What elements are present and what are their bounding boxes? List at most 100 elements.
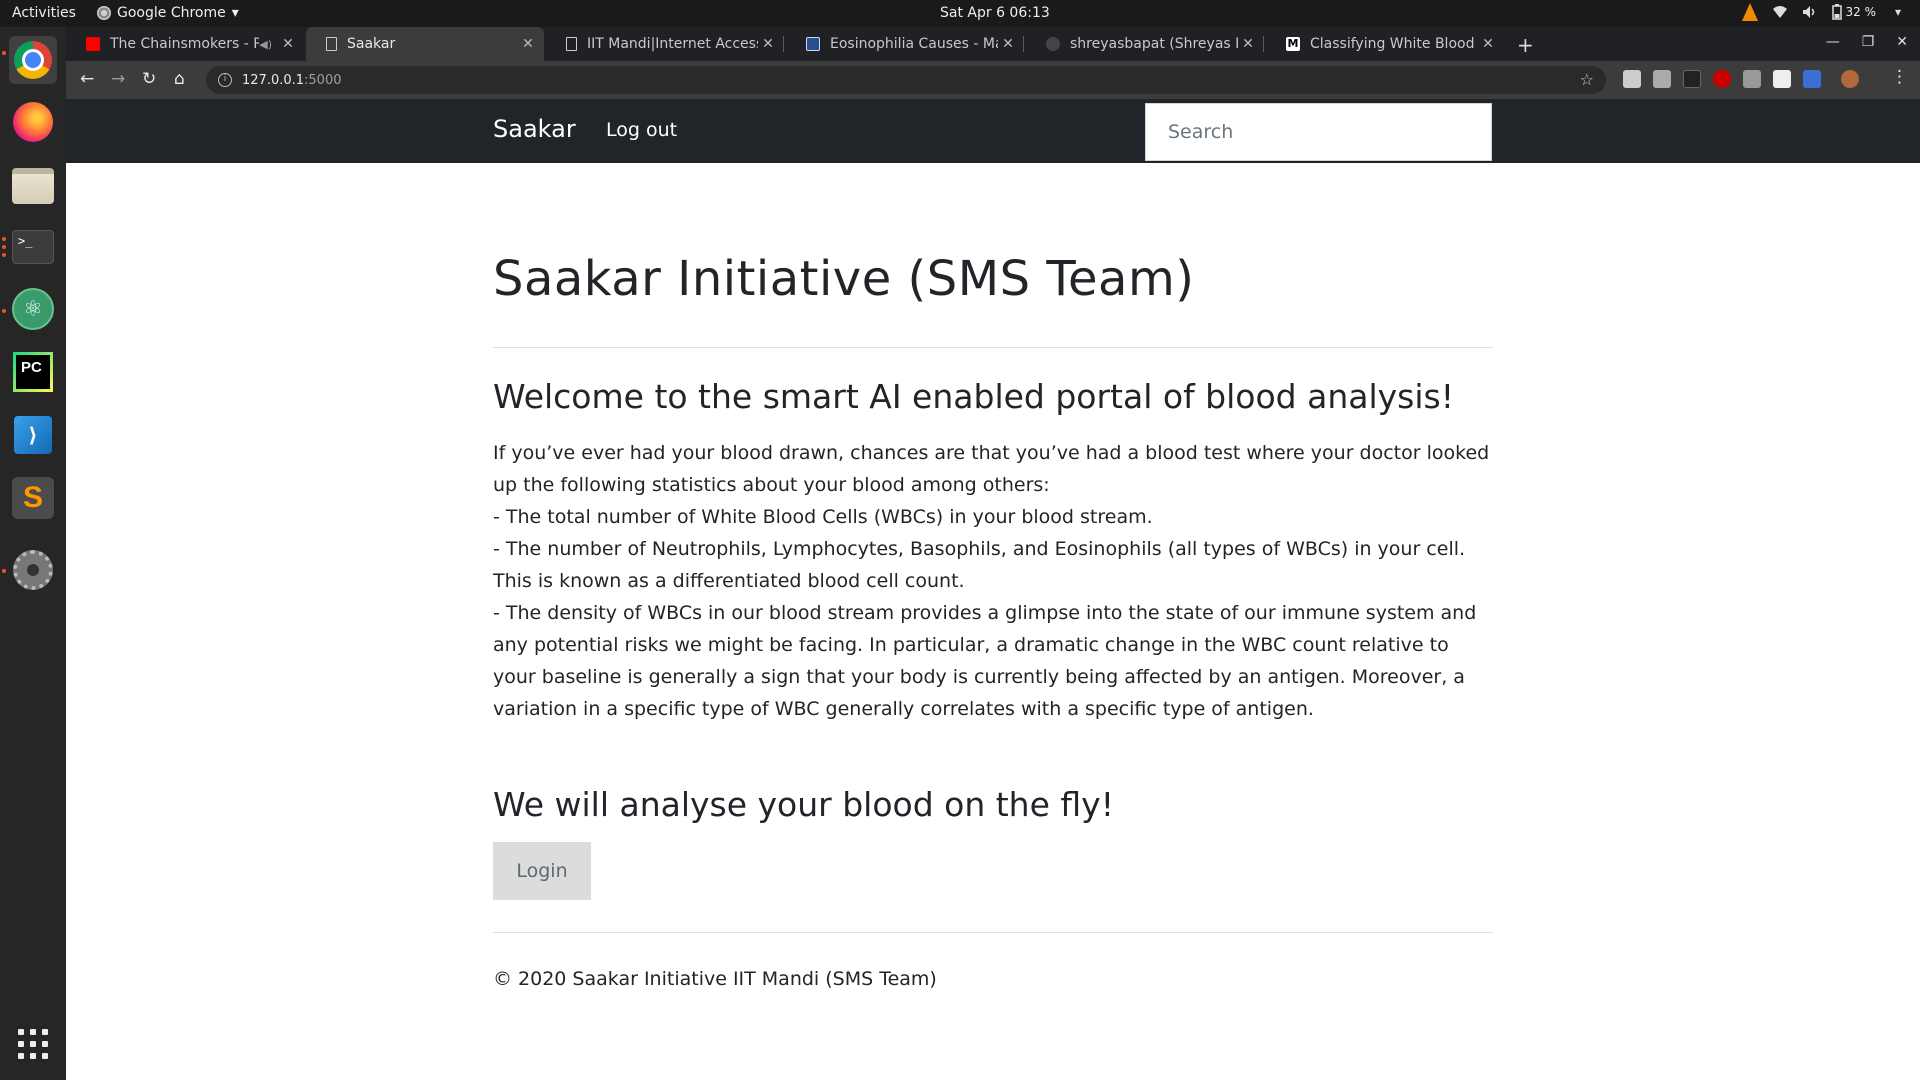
intro-bullet: - The density of WBCs in our blood strea… — [493, 602, 1477, 720]
intro-bullet: - The number of Neutrophils, Lymphocytes… — [493, 538, 1466, 592]
battery-indicator[interactable]: 32 % — [1831, 4, 1877, 20]
chrome-icon — [14, 41, 52, 79]
url-host: 127.0.0.1 — [242, 72, 305, 88]
forward-arrow-icon[interactable]: → — [111, 69, 125, 89]
shield-extension-icon[interactable] — [1653, 70, 1671, 88]
tab-title: Classifying White Blood C — [1310, 36, 1478, 52]
new-tab-button[interactable]: + — [1517, 33, 1534, 57]
back-arrow-icon[interactable]: ← — [80, 69, 94, 89]
app-menu[interactable]: Google Chrome ▾ — [97, 5, 239, 21]
tab-github[interactable]: shreyasbapat (Shreyas Ba ✕ — [1026, 27, 1264, 61]
minimize-icon[interactable]: — — [1826, 34, 1840, 50]
volume-icon[interactable] — [1802, 4, 1818, 20]
dock-settings[interactable] — [9, 546, 57, 594]
clock[interactable]: Sat Apr 6 06:13 — [940, 5, 1050, 21]
chrome-app-icon — [97, 6, 111, 20]
app-menu-label: Google Chrome — [117, 5, 226, 21]
login-button[interactable]: Login — [493, 842, 591, 900]
close-window-icon[interactable]: ✕ — [1896, 34, 1908, 50]
page-icon — [566, 37, 577, 51]
chrome-window: The Chainsmokers - Pa ◀) ✕ Saakar ✕ IIT … — [66, 27, 1920, 1080]
dock-chrome[interactable] — [9, 36, 57, 84]
mayo-icon — [806, 37, 820, 51]
reload-icon[interactable]: ↻ — [142, 69, 156, 89]
dock-files[interactable] — [9, 162, 57, 210]
window-controls: — ❐ ✕ — [1826, 34, 1908, 50]
battery-icon — [1831, 4, 1842, 20]
tab-medium[interactable]: M Classifying White Blood C ✕ — [1266, 27, 1504, 61]
tab-iit-mandi[interactable]: IIT Mandi|Internet Access ✕ — [546, 27, 784, 61]
bookmark-star-icon[interactable]: ☆ — [1580, 70, 1594, 89]
close-tab-icon[interactable]: ✕ — [518, 36, 538, 52]
tab-saakar[interactable]: Saakar ✕ — [306, 27, 544, 61]
pycharm-icon: PC — [13, 352, 53, 392]
dock-firefox[interactable] — [9, 98, 57, 146]
dock-vscode[interactable]: ⟩ — [9, 411, 57, 459]
footer-copyright: © 2020 Saakar Initiative IIT Mandi (SMS … — [493, 968, 937, 990]
running-indicator — [2, 237, 6, 241]
close-tab-icon[interactable]: ✕ — [278, 36, 298, 52]
dock-sublime[interactable]: S — [9, 474, 57, 522]
running-indicator — [2, 245, 6, 249]
youtube-icon — [86, 37, 100, 51]
tab-title: Saakar — [347, 36, 396, 52]
close-tab-icon[interactable]: ✕ — [1478, 36, 1498, 52]
tab-title: Eosinophilia Causes - May — [830, 36, 998, 52]
audio-icon[interactable]: ◀) — [259, 38, 272, 51]
files-icon — [12, 168, 54, 204]
dock-pycharm[interactable]: PC — [9, 348, 57, 396]
tab-title: shreyasbapat (Shreyas Ba — [1070, 36, 1238, 52]
show-applications-icon[interactable] — [18, 1029, 48, 1059]
extension-icon[interactable] — [1683, 70, 1701, 88]
tab-strip: The Chainsmokers - Pa ◀) ✕ Saakar ✕ IIT … — [66, 27, 1920, 61]
close-tab-icon[interactable]: ✕ — [1238, 36, 1258, 52]
atom-icon: ⚛ — [12, 288, 54, 330]
adblock-icon[interactable] — [1713, 70, 1731, 88]
tab-title: The Chainsmokers - Pa — [110, 36, 260, 52]
tab-eosinophilia[interactable]: Eosinophilia Causes - May ✕ — [786, 27, 1024, 61]
activities-button[interactable]: Activities — [12, 5, 76, 21]
tab-title: IIT Mandi|Internet Access — [587, 36, 758, 52]
tab-chainsmokers[interactable]: The Chainsmokers - Pa ◀) ✕ — [66, 27, 304, 61]
vlc-icon[interactable] — [1741, 3, 1758, 21]
welcome-heading: Welcome to the smart AI enabled portal o… — [493, 377, 1454, 416]
medium-icon: M — [1286, 37, 1300, 51]
page-icon — [326, 37, 337, 51]
menu-kebab-icon[interactable]: ⋮ — [1891, 67, 1908, 87]
web-page: Saakar Log out Saakar Initiative (SMS Te… — [66, 99, 1920, 1080]
close-tab-icon[interactable]: ✕ — [758, 36, 778, 52]
camera-extension-icon[interactable] — [1623, 70, 1641, 88]
browser-toolbar: ← → ↻ ⌂ i 127.0.0.1:5000 ☆ ⋮ — [66, 61, 1920, 99]
site-info-icon[interactable]: i — [218, 73, 232, 87]
vscode-icon: ⟩ — [14, 416, 52, 454]
chevron-down-icon[interactable]: ▾ — [1890, 4, 1906, 20]
dock-terminal[interactable]: >_ — [9, 223, 57, 271]
pen-extension-icon[interactable] — [1743, 70, 1761, 88]
site-navbar: Saakar Log out — [66, 99, 1920, 163]
divider — [493, 347, 1493, 348]
wifi-icon[interactable] — [1772, 4, 1788, 20]
address-bar[interactable]: i 127.0.0.1:5000 ☆ — [206, 66, 1606, 94]
battery-percent: 32 % — [1845, 5, 1877, 19]
logout-link[interactable]: Log out — [606, 119, 677, 141]
intro-text: If you’ve ever had your blood drawn, cha… — [493, 437, 1493, 725]
brand-link[interactable]: Saakar — [493, 115, 576, 143]
terminal-icon: >_ — [12, 230, 54, 264]
settings-gear-icon — [13, 550, 53, 590]
dock-atom[interactable]: ⚛ — [9, 285, 57, 333]
gnome-top-bar: Activities Google Chrome ▾ Sat Apr 6 06:… — [0, 0, 1920, 27]
running-indicator — [2, 569, 6, 573]
home-icon[interactable]: ⌂ — [174, 69, 185, 89]
system-tray[interactable]: 32 % ▾ — [1741, 3, 1907, 21]
running-indicator — [2, 51, 6, 55]
firefox-icon — [13, 102, 53, 142]
url-port: :5000 — [304, 72, 342, 88]
search-input[interactable] — [1145, 103, 1492, 161]
profile-avatar[interactable] — [1841, 70, 1859, 88]
intro-paragraph: If you’ve ever had your blood drawn, cha… — [493, 442, 1490, 496]
running-indicator — [2, 309, 6, 313]
extension-icon[interactable] — [1773, 70, 1791, 88]
extension-icon[interactable] — [1803, 70, 1821, 88]
close-tab-icon[interactable]: ✕ — [998, 36, 1018, 52]
restore-icon[interactable]: ❐ — [1862, 34, 1875, 50]
